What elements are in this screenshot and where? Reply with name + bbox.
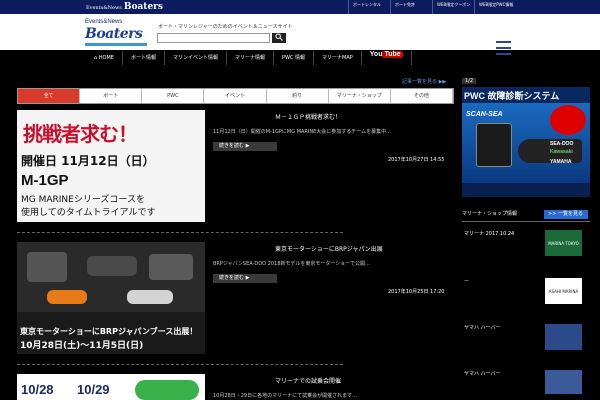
article-item: 挑戦者求む！ 開催日 11月12日（日） M-1GP MG MARINEシリーズ… (17, 110, 454, 233)
logo-small-text: Events&News (85, 19, 123, 25)
nav-map[interactable]: マリーナMAP (314, 51, 362, 65)
thumb-date: 開催日 11月12日（日） (21, 154, 155, 168)
nav-youtube[interactable]: You Tube (362, 51, 412, 65)
category-tabs: 全て ボート PWC イベント 釣り マリーナ・ショップ その他 (17, 88, 454, 104)
sidebar-item[interactable]: ー ASAHI MARINA (462, 274, 590, 308)
top-link-coupon[interactable]: WEB限定クーポン (432, 0, 474, 14)
tab-other[interactable]: その他 (391, 89, 453, 103)
thumb-date-b: 10/29 (77, 382, 110, 397)
article-title[interactable]: Ｍ－１ＧＰ挑戦者求む！ (275, 112, 341, 121)
pwc-diagnosis-banner[interactable]: PWC 故障診断システム SCAN-SEA SEA-DOO Kawasaki Y… (462, 87, 590, 197)
sidebar-item-caption: マリーナ 2017.10.24 (464, 231, 515, 237)
read-more-button[interactable]: 続きを読む ▶ (213, 142, 277, 151)
site-header: Events&News Boaters ボート・マリンレジャーのためのイベント＆… (0, 14, 600, 55)
banner-brand-yamaha: YAMAHA (550, 159, 572, 165)
top-link-rental[interactable]: ボートレンタル (348, 0, 390, 14)
thumb-line-a: MG MARINEシリーズコースを (21, 195, 145, 205)
thumb-headline: 挑戦者求む！ (23, 122, 138, 146)
thumb-line-b: 使用してのタイムトライアルです (21, 208, 156, 218)
sidebar-item-logo: MARINA TOKYO (545, 230, 582, 256)
article-date: 2017年10月27日 14:55 (388, 157, 445, 163)
search-button[interactable] (272, 33, 286, 43)
nav-home-label: HOME (98, 55, 114, 61)
article-excerpt: 11月12日（日）開催のM-1GPにMG MARINE大会に参加するチームを募集… (213, 129, 392, 135)
nav-events[interactable]: マリンイベント情報 (165, 51, 227, 65)
article-divider (17, 232, 343, 233)
article-divider (17, 364, 343, 365)
article-excerpt: 10月28日・29日に各地のマリーナにて試乗会が開催されます… (213, 393, 358, 399)
tab-event[interactable]: イベント (204, 89, 267, 103)
article-item: 10/28 10/29 マリーナでの試乗会開催 10月28日・29日に各地のマリ… (17, 374, 454, 400)
tab-fishing[interactable]: 釣り (267, 89, 329, 103)
page-indicator: 1/2 (462, 78, 477, 84)
device-image (476, 123, 512, 167)
tab-pwc[interactable]: PWC (142, 89, 205, 103)
thumb-caption: 東京モーターショーにBRPジャパンブース出展！ (20, 327, 198, 336)
nav-boat[interactable]: ボート情報 (123, 51, 165, 65)
top-links: ボートレンタル ボート免許 WEB限定クーポン WEB限定PWC情報 (348, 0, 516, 14)
nav-home[interactable]: ⌂ HOME (86, 51, 123, 65)
article-excerpt: BRPジャパンSEA-DOO 2018新モデルを東京モーターショーで公開… (213, 261, 371, 267)
sidebar-item-caption: ヤマハ ハーバー (464, 371, 501, 377)
banner-title: PWC 故障診断システム (464, 91, 560, 101)
sidebar-item-caption: ー (464, 279, 470, 285)
thumb-date-a: 10/28 (21, 382, 54, 397)
banner-brand-seadoo: SEA-DOO (550, 141, 574, 147)
sidebar-divider (462, 221, 590, 222)
search-input[interactable] (157, 33, 270, 43)
nav-marina[interactable]: マリーナ情報 (227, 51, 274, 65)
banner-brand-scansea: SCAN-SEA (466, 111, 503, 118)
magnifier-icon (275, 33, 283, 41)
article-thumbnail[interactable]: 10/28 10/29 (17, 374, 205, 400)
sidebar-item[interactable]: ヤマハ ハーバー (462, 366, 590, 400)
youtube-tube: Tube (382, 51, 403, 58)
article-item: 東京モーターショーにBRPジャパンブース出展！ 10月28日(土)～11月5日(… (17, 242, 454, 365)
article-thumbnail[interactable]: 東京モーターショーにBRPジャパンブース出展！ 10月28日(土)～11月5日(… (17, 242, 205, 354)
tab-marina-shop[interactable]: マリーナ・ショップ (329, 89, 391, 103)
main-nav: ⌂ HOME ボート情報 マリンイベント情報 マリーナ情報 PWC 情報 マリー… (86, 50, 412, 66)
top-brand-small: Events&News (86, 5, 122, 11)
logo-text: Boaters (85, 26, 143, 42)
sidebar-item-logo: ASAHI MARINA (545, 278, 582, 304)
top-bar: Events&News Boaters ボートレンタル ボート免許 WEB限定クー… (0, 0, 600, 14)
top-brand-name: Boaters (123, 2, 163, 12)
site-logo[interactable]: Events&News Boaters (85, 19, 149, 47)
logo-underline (85, 43, 147, 46)
article-title[interactable]: マリーナでの試乗会開催 (275, 376, 341, 385)
thumb-badge (135, 380, 199, 400)
article-title[interactable]: 東京モーターショーにBRPジャパン出展 (275, 244, 383, 253)
hamburger-icon[interactable] (496, 41, 511, 55)
tab-all[interactable]: 全て (18, 89, 81, 103)
sidebar-item[interactable]: マリーナ 2017.10.24 MARINA TOKYO (462, 226, 590, 260)
sidebar-item-logo (545, 370, 582, 394)
top-link-license[interactable]: ボート免許 (390, 0, 432, 14)
top-brand[interactable]: Events&News Boaters (86, 0, 163, 14)
sidebar-item[interactable]: ヤマハ ハーバー (462, 320, 590, 354)
thumb-photo (17, 242, 205, 312)
article-date: 2017年10月25日 17:20 (388, 289, 445, 295)
more-articles-link[interactable]: 記事一覧を見る ▶▶ (402, 78, 446, 85)
top-link-pwc[interactable]: WEB限定PWC情報 (474, 0, 516, 14)
youtube-you: You (369, 51, 383, 58)
sidebar-item-caption: ヤマハ ハーバー (464, 325, 501, 331)
article-thumbnail[interactable]: 挑戦者求む！ 開催日 11月12日（日） M-1GP MG MARINEシリーズ… (17, 110, 205, 222)
sidebar-header: マリーナ・ショップ情報 (462, 211, 518, 217)
sidebar-view-all-button[interactable]: >> 一覧を見る (544, 210, 588, 219)
sidebar-item-logo (545, 324, 582, 350)
site-tagline: ボート・マリンレジャーのためのイベント＆ニュースサイト (158, 24, 293, 30)
tab-boat[interactable]: ボート (80, 89, 143, 103)
read-more-button[interactable]: 続きを読む ▶ (213, 274, 277, 283)
nav-pwc[interactable]: PWC 情報 (274, 51, 315, 65)
thumb-event: M-1GP (21, 172, 69, 189)
banner-brand-kawasaki: Kawasaki (550, 149, 573, 155)
thumb-dates: 10月28日(土)～11月5日(日) (20, 341, 144, 351)
